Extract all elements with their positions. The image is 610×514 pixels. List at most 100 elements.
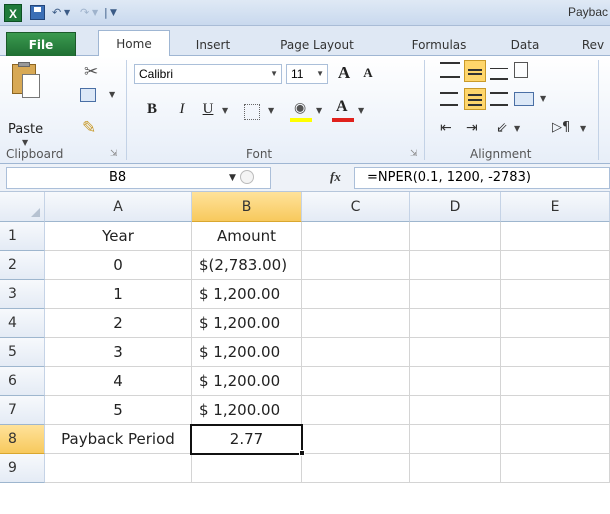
cell-d2[interactable] (410, 251, 501, 280)
name-box[interactable]: B8 ▼ (6, 167, 271, 189)
cell-b7[interactable]: $ 1,200.00 (192, 396, 302, 425)
redo-dropdown-icon[interactable]: ▼ (92, 4, 98, 22)
align-middle-icon[interactable] (464, 60, 486, 82)
tab-home[interactable]: Home (98, 30, 170, 57)
align-bottom-icon[interactable] (490, 68, 508, 80)
cell-c7[interactable] (302, 396, 410, 425)
cell-e4[interactable] (501, 309, 610, 338)
paste-dropdown-icon[interactable]: ▼ (22, 138, 28, 147)
align-left-icon[interactable] (440, 92, 458, 106)
copy-dropdown-icon[interactable]: ▼ (109, 90, 115, 99)
font-family-select[interactable]: Calibri ▼ (134, 64, 282, 84)
copy-icon[interactable] (80, 88, 96, 102)
align-top-icon[interactable] (440, 62, 460, 78)
align-center-icon[interactable] (464, 88, 486, 110)
cell-a3[interactable]: 1 (45, 280, 192, 309)
undo-icon[interactable]: ↶ (52, 4, 61, 22)
borders-dropdown-icon[interactable]: ▼ (268, 106, 274, 115)
cell-d7[interactable] (410, 396, 501, 425)
cell-a2[interactable]: 0 (45, 251, 192, 280)
clipboard-launcher-icon[interactable]: ⇲ (110, 149, 118, 159)
cell-a4[interactable]: 2 (45, 309, 192, 338)
paste-icon[interactable] (10, 62, 44, 102)
cell-d3[interactable] (410, 280, 501, 309)
cell-c4[interactable] (302, 309, 410, 338)
tab-review[interactable]: Rev (576, 34, 610, 56)
cell-c5[interactable] (302, 338, 410, 367)
merge-dropdown-icon[interactable]: ▼ (540, 94, 546, 103)
cell-c2[interactable] (302, 251, 410, 280)
cell-b1[interactable]: Amount (192, 222, 302, 251)
paragraph-dropdown-icon[interactable]: ▼ (580, 124, 586, 133)
cell-e6[interactable] (501, 367, 610, 396)
merge-center-icon[interactable] (514, 92, 534, 106)
cell-d8[interactable] (410, 425, 501, 454)
row-header-9[interactable]: 9 (0, 454, 45, 483)
cell-a7[interactable]: 5 (45, 396, 192, 425)
cell-e7[interactable] (501, 396, 610, 425)
customize-qat-icon[interactable]: ▼ (110, 4, 117, 22)
font-color-button[interactable]: A (332, 98, 354, 124)
cell-d4[interactable] (410, 309, 501, 338)
bold-button[interactable]: B (142, 100, 162, 122)
fill-handle[interactable] (299, 450, 305, 456)
chevron-down-icon[interactable]: ▼ (229, 168, 236, 188)
cell-a5[interactable]: 3 (45, 338, 192, 367)
tab-insert[interactable]: Insert (188, 34, 238, 56)
row-header-7[interactable]: 7 (0, 396, 45, 425)
font-size-select[interactable]: 11 ▼ (286, 64, 328, 84)
row-header-4[interactable]: 4 (0, 309, 45, 338)
row-header-5[interactable]: 5 (0, 338, 45, 367)
cell-c9[interactable] (302, 454, 410, 483)
formula-input[interactable]: =NPER(0.1, 1200, -2783) (354, 167, 610, 189)
paste-button-label[interactable]: Paste (8, 122, 43, 137)
redo-icon[interactable]: ↷ (80, 4, 89, 22)
row-header-1[interactable]: 1 (0, 222, 45, 251)
fx-icon[interactable]: fx (330, 169, 341, 185)
cell-b5[interactable]: $ 1,200.00 (192, 338, 302, 367)
fill-color-dropdown-icon[interactable]: ▼ (316, 106, 322, 115)
cell-d6[interactable] (410, 367, 501, 396)
decrease-indent-icon[interactable]: ⇤ (440, 120, 452, 136)
tab-data[interactable]: Data (503, 34, 547, 56)
align-right-icon[interactable] (490, 92, 508, 106)
format-painter-icon[interactable]: ✎ (82, 118, 96, 138)
cell-d9[interactable] (410, 454, 501, 483)
orientation-icon[interactable] (514, 62, 528, 78)
cell-c8[interactable] (302, 425, 410, 454)
cell-b6[interactable]: $ 1,200.00 (192, 367, 302, 396)
cell-b4[interactable]: $ 1,200.00 (192, 309, 302, 338)
cell-b3[interactable]: $ 1,200.00 (192, 280, 302, 309)
row-header-2[interactable]: 2 (0, 251, 45, 280)
cell-d1[interactable] (410, 222, 501, 251)
underline-dropdown-icon[interactable]: ▼ (222, 106, 228, 115)
cell-c3[interactable] (302, 280, 410, 309)
cell-a1[interactable]: Year (45, 222, 192, 251)
cell-e8[interactable] (501, 425, 610, 454)
font-launcher-icon[interactable]: ⇲ (410, 149, 418, 159)
undo-dropdown-icon[interactable]: ▼ (64, 4, 70, 22)
cell-e1[interactable] (501, 222, 610, 251)
cut-icon[interactable]: ✂ (84, 62, 98, 82)
borders-icon[interactable] (244, 104, 260, 120)
column-header-a[interactable]: A (45, 192, 192, 222)
italic-button[interactable]: I (172, 100, 192, 122)
cell-a8[interactable]: Payback Period (45, 425, 192, 454)
row-header-6[interactable]: 6 (0, 367, 45, 396)
row-header-8[interactable]: 8 (0, 425, 45, 454)
cell-e9[interactable] (501, 454, 610, 483)
shrink-font-button[interactable]: A (358, 64, 378, 84)
row-header-3[interactable]: 3 (0, 280, 45, 309)
excel-icon[interactable]: X (4, 4, 22, 22)
save-icon[interactable] (30, 5, 45, 20)
cell-e2[interactable] (501, 251, 610, 280)
cell-e3[interactable] (501, 280, 610, 309)
column-header-e[interactable]: E (501, 192, 610, 222)
column-header-c[interactable]: C (302, 192, 410, 222)
cell-a9[interactable] (45, 454, 192, 483)
underline-button[interactable]: U (198, 100, 218, 122)
font-color-dropdown-icon[interactable]: ▼ (358, 106, 364, 115)
grow-font-button[interactable]: A (332, 62, 356, 84)
cell-e5[interactable] (501, 338, 610, 367)
increase-indent-icon[interactable]: ⇥ (466, 120, 478, 136)
